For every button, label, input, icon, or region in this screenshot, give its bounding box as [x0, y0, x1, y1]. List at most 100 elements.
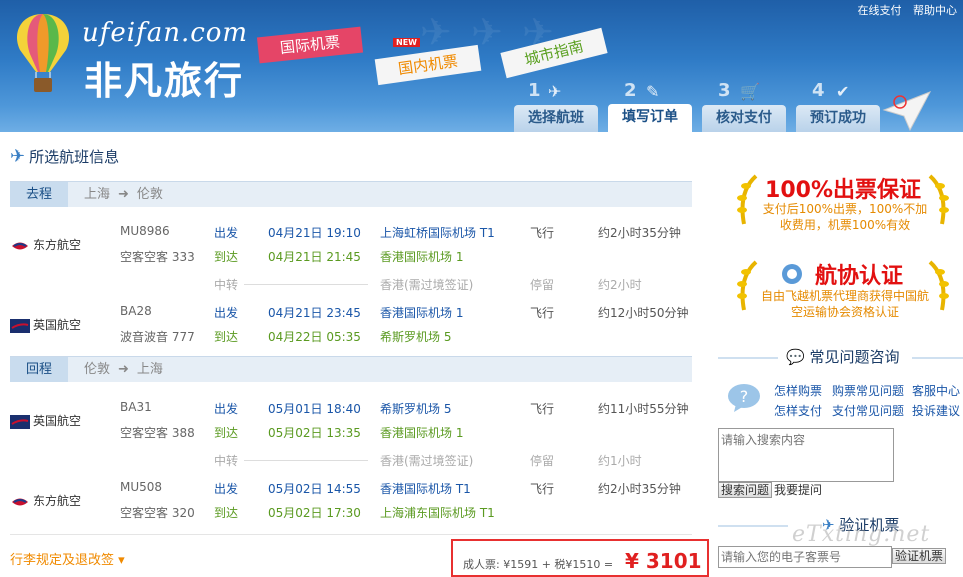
baggage-rules-link[interactable]: 行李规定及退改签 ▾ [10, 549, 125, 568]
edit-icon: ✎ [646, 82, 660, 101]
flight-number: MU8986 [120, 224, 170, 238]
plane-icon: ✈ [548, 82, 562, 101]
return-tag: 回程 [10, 357, 68, 382]
faq-complaints[interactable]: 投诉建议 [912, 402, 960, 419]
british-airways-logo-icon [10, 414, 30, 429]
arrive-label: 到达 [214, 330, 239, 344]
tab-booking-success[interactable]: 预订成功 [796, 105, 880, 132]
depart-airport: 香港国际机场 T1 [380, 482, 471, 496]
logo-en: ufeifan.com [82, 18, 249, 48]
transfer-label: 中转 [214, 278, 239, 292]
arrive-time: 04月22日 05:35 [268, 330, 361, 344]
faq-pay-questions[interactable]: 支付常见问题 [832, 402, 904, 419]
flight-number: BA31 [120, 400, 152, 414]
outbound-route: 上海 ➜ 伦敦 [84, 187, 163, 202]
faq-how-to-buy[interactable]: 怎样购票 [774, 382, 822, 399]
guarantee-title: 100%出票保证 [765, 178, 921, 203]
faq-search-input[interactable] [718, 428, 894, 482]
depart-label: 出发 [214, 226, 239, 240]
paper-plane-icon [882, 91, 932, 132]
verify-ticket-button[interactable]: 验证机票 [892, 548, 947, 564]
ask-question-link[interactable]: 我要提问 [774, 481, 822, 498]
guarantee-desc: 支付后100%出票，100%不加收费用，机票100%有效 [762, 202, 928, 232]
british-airways-logo-icon [10, 318, 30, 333]
fly-duration: 约2小时35分钟 [598, 226, 681, 240]
outbound-bar: 去程 上海 ➜ 伦敦 [10, 181, 692, 207]
step-4-number: 4 [812, 80, 825, 101]
return-route: 伦敦 ➜ 上海 [84, 362, 163, 377]
arrow-right-icon: ➜ [118, 187, 129, 202]
nav-intl-flights[interactable]: 国际机票 [256, 26, 364, 64]
svg-text:?: ? [740, 387, 749, 406]
faq-search-button[interactable]: 搜索问题 [718, 482, 773, 498]
cert-desc: 自由飞越机票代理商获得中国航空运输协会资格认证 [760, 289, 929, 319]
airline-british-airways: 英国航空 [10, 316, 81, 333]
faq-header: 💬 常见问题咨询 [718, 346, 963, 368]
price-total: ¥ 3101 [625, 549, 702, 573]
e-ticket-input[interactable] [718, 546, 892, 568]
transfer-place: 香港(需过境签证) [380, 454, 474, 468]
transfer-label: 中转 [214, 454, 239, 468]
depart-airport: 香港国际机场 1 [380, 306, 464, 320]
price-breakdown: 成人票: ¥1591 + 税¥1510 = [463, 558, 614, 571]
top-links: 在线支付 帮助中心 [850, 2, 958, 18]
ticket-guarantee-badge: 100%出票保证 支付后100%出票，100%不加收费用，机票100%有效 [736, 172, 950, 242]
transfer-place: 香港(需过境签证) [380, 278, 474, 292]
tab-fill-order[interactable]: 填写订单 [608, 104, 692, 132]
iata-cert-badge: 航协认证 自由飞越机票代理商获得中国航空运输协会资格认证 [736, 258, 950, 328]
depart-label: 出发 [214, 482, 239, 496]
watermark: eTxting.net [792, 522, 931, 547]
tab-verify-pay[interactable]: 核对支付 [702, 105, 786, 132]
china-eastern-logo-icon [12, 498, 28, 505]
faq-buy-questions[interactable]: 购票常见问题 [832, 382, 904, 399]
arrow-right-icon: ➜ [118, 362, 129, 377]
aircraft: 空客空客 320 [120, 506, 195, 520]
airline-china-eastern: 东方航空 [10, 492, 81, 509]
arrive-time: 05月02日 17:30 [268, 506, 361, 520]
plane-icon: ✈ [10, 146, 26, 167]
depart-time: 04月21日 23:45 [268, 306, 361, 320]
online-pay-link[interactable]: 在线支付 [858, 4, 902, 17]
tab-select-flight[interactable]: 选择航班 [514, 105, 598, 132]
step-3-number: 3 [718, 80, 731, 101]
balloon-logo-icon [16, 14, 70, 92]
fly-duration: 约12小时50分钟 [598, 306, 689, 320]
depart-label: 出发 [214, 306, 239, 320]
arrive-time: 04月21日 21:45 [268, 250, 361, 264]
fly-label: 飞行 [530, 482, 555, 496]
nav-domestic-flights[interactable]: 国内机票 [374, 44, 482, 86]
faq-how-to-pay[interactable]: 怎样支付 [774, 402, 822, 419]
depart-airport: 上海虹桥国际机场 T1 [380, 226, 495, 240]
stop-label: 停留 [530, 278, 555, 292]
faq-service-center[interactable]: 客服中心 [912, 382, 960, 399]
arrive-airport: 香港国际机场 1 [380, 426, 464, 440]
step-1-number: 1 [528, 80, 541, 101]
arrive-time: 05月02日 13:35 [268, 426, 361, 440]
china-eastern-logo-icon [12, 242, 28, 249]
depart-label: 出发 [214, 402, 239, 416]
arrive-airport: 希斯罗机场 5 [380, 330, 452, 344]
arrive-airport: 香港国际机场 1 [380, 250, 464, 264]
faq-title: 💬 常见问题咨询 [786, 348, 900, 366]
depart-time: 04月21日 19:10 [268, 226, 361, 240]
stop-time: 约2小时 [598, 278, 642, 292]
flight-number: MU508 [120, 480, 163, 494]
site-header: ✈ ✈ ✈ 在线支付 帮助中心 ufeifan.com 非凡旅行 国际机票 国内… [0, 0, 963, 132]
flight-number: BA28 [120, 304, 152, 318]
arrive-label: 到达 [214, 506, 239, 520]
fly-label: 飞行 [530, 402, 555, 416]
arrive-airport: 上海浦东国际机场 T1 [380, 506, 495, 520]
check-icon: ✔ [836, 82, 850, 101]
fly-duration: 约2小时35分钟 [598, 482, 681, 496]
logo-cn: 非凡旅行 [84, 59, 245, 103]
outbound-tag: 去程 [10, 182, 68, 207]
cert-title: 航协认证 [814, 264, 903, 289]
airline-british-airways: 英国航空 [10, 412, 81, 429]
question-bubble-icon: ? [728, 384, 760, 412]
aircraft: 空客空客 333 [120, 250, 195, 264]
depart-airport: 希斯罗机场 5 [380, 402, 452, 416]
chat-bubble-icon: 💬 [786, 348, 805, 366]
arrive-label: 到达 [214, 426, 239, 440]
stop-label: 停留 [530, 454, 555, 468]
help-center-link[interactable]: 帮助中心 [913, 4, 957, 17]
